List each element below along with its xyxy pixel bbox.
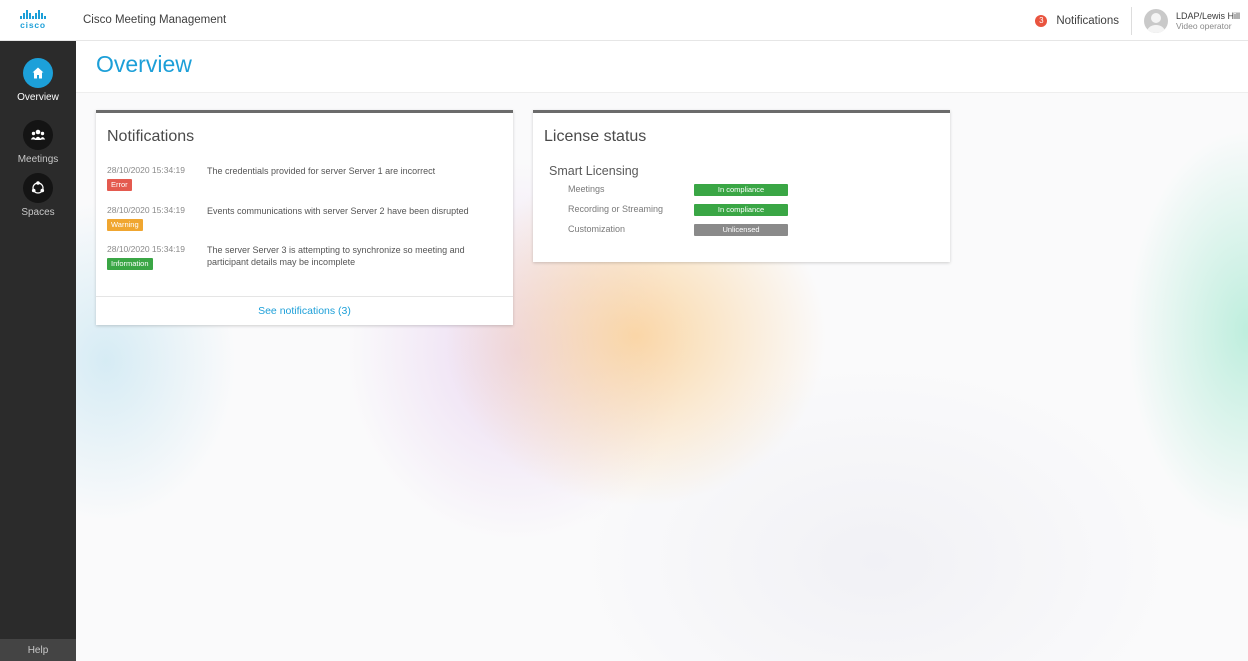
notifications-button[interactable]: 3 Notifications (1035, 14, 1131, 27)
notification-message: The server Server 3 is attempting to syn… (207, 245, 465, 267)
see-notifications-link[interactable]: See notifications (3) (258, 305, 351, 317)
notification-time: 28/10/2020 15:34:19 (107, 165, 185, 175)
avatar (1143, 8, 1168, 33)
sidebar-item-label: Spaces (21, 207, 55, 218)
user-name: LDAP/Lewis Hill (1175, 10, 1240, 21)
home-icon (23, 58, 53, 88)
error-badge: Error (107, 179, 132, 191)
user-menu[interactable]: LDAP/Lewis Hill Video operator (1143, 8, 1248, 33)
cisco-logo-bars (20, 10, 46, 19)
spaces-icon (23, 173, 53, 203)
user-info: LDAP/Lewis Hill Video operator (1176, 11, 1240, 31)
page-header: Overview (76, 41, 1248, 93)
top-bar: cisco Cisco Meeting Management 3 Notific… (0, 0, 1248, 41)
card-title: License status (544, 128, 647, 145)
notification-time: 28/10/2020 15:34:19 (107, 205, 185, 215)
main-content: Overview Notifications 28/10/2020 15:34:… (76, 41, 1248, 661)
sidebar-item-label: Overview (17, 92, 59, 103)
license-label: Recording or Streaming (568, 204, 664, 214)
sidebar: Overview Meetings Spaces Help (0, 41, 76, 661)
app-title: Cisco Meeting Management (83, 14, 227, 26)
unlicensed-badge: Unlicensed (694, 224, 788, 236)
page-title: Overview (96, 51, 192, 77)
cisco-logo[interactable]: cisco (7, 0, 59, 41)
license-row: Recording or Streaming In compliance (568, 204, 908, 217)
notifications-count-badge: 3 (1035, 14, 1048, 27)
people-icon (23, 120, 53, 150)
card-footer: See notifications (3) (96, 296, 513, 325)
sidebar-item-overview[interactable]: Overview (0, 58, 76, 103)
top-right-controls: 3 Notifications LDAP/Lewis Hill Video op… (1035, 0, 1248, 41)
smart-licensing-heading: Smart Licensing (549, 164, 639, 178)
sidebar-item-label: Meetings (17, 154, 59, 165)
notifications-card: Notifications 28/10/2020 15:34:19 Error … (96, 110, 513, 325)
license-status-card: License status Smart Licensing Meetings … (533, 110, 950, 262)
license-label: Meetings (568, 184, 605, 194)
warning-badge: Warning (107, 219, 143, 231)
help-button[interactable]: Help (0, 639, 76, 661)
information-badge: Information (107, 258, 153, 270)
card-title: Notifications (107, 128, 195, 145)
license-row: Meetings In compliance (568, 184, 908, 197)
license-row: Customization Unlicensed (568, 224, 908, 237)
notifications-label: Notifications (1056, 14, 1119, 27)
top-divider (1130, 6, 1132, 35)
user-avatar-icon (1146, 12, 1165, 33)
cisco-wordmark: cisco (20, 20, 46, 30)
notification-message: Events communications with server Server… (207, 206, 469, 216)
license-label: Customization (568, 224, 626, 234)
compliance-badge: In compliance (694, 184, 788, 196)
compliance-badge: In compliance (694, 204, 788, 216)
notification-time: 28/10/2020 15:34:19 (107, 244, 185, 254)
sidebar-item-meetings[interactable]: Meetings (0, 120, 76, 165)
notification-message: The credentials provided for server Serv… (207, 166, 436, 176)
sidebar-item-spaces[interactable]: Spaces (0, 173, 76, 218)
user-role: Video operator (1175, 20, 1232, 31)
